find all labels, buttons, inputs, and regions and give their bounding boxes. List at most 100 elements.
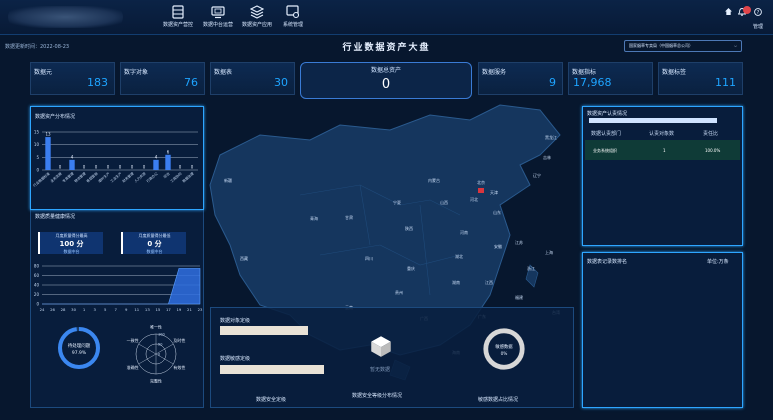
top-bar: 数据资产营控 数据中台运营 数据资产应用 系统管理 ? 管理 <box>0 0 773 35</box>
radar-tick-label: 0 <box>158 353 160 357</box>
asset-distribution-title: 数据资产分布情况 <box>35 114 76 120</box>
y-tick-label: 40 <box>34 283 40 288</box>
x-tick-label: 专卖管理 <box>61 171 75 184</box>
map-label-jiangxi: 江西 <box>485 280 493 285</box>
data-label: 13 <box>45 132 51 137</box>
y-tick-label: 20 <box>34 292 40 297</box>
ownership-cell-count: 1 <box>663 148 666 153</box>
x-tick-label: 行政办公 <box>145 171 159 184</box>
x-tick-label: 3 <box>93 307 96 312</box>
pending-issues-donut: 待处理问题 97.9% <box>58 327 100 369</box>
x-tick-label: 工商协同 <box>169 171 183 184</box>
map-label-shandong: 山东 <box>493 210 501 215</box>
security-bar-sensitive <box>220 365 324 374</box>
sensitive-ratio-label: 敏感数据占比情况 <box>478 397 519 403</box>
beijing-marker <box>478 188 484 193</box>
map-label-ningxia: 宁夏 <box>393 200 401 205</box>
map-label-liaoning: 辽宁 <box>533 173 541 178</box>
radar-axis-label: 唯一性 <box>150 324 162 330</box>
area-series <box>42 268 201 305</box>
nav-item-label: 系统管理 <box>282 22 303 28</box>
security-bar-object <box>220 326 308 335</box>
map-label-heilongjiang: 黑龙江 <box>545 135 557 140</box>
donut-value: 97.9% <box>72 350 87 356</box>
map-label-jilin: 吉林 <box>543 155 551 160</box>
metric-card-digital-object[interactable]: 数字对象 76 <box>120 62 205 95</box>
data-label: 0 <box>131 165 134 170</box>
radar-tick-label: 100 <box>158 333 165 337</box>
nav-item-system-management[interactable]: 系统管理 <box>268 5 318 28</box>
map-label-gansu: 甘肃 <box>345 215 353 220</box>
x-tick-label: 21 <box>187 307 192 312</box>
settings-window-icon <box>286 5 300 19</box>
org-select[interactable]: 国家烟草专卖局（中国烟草总公司） ⌵ <box>624 40 742 52</box>
data-label: 4 <box>71 154 74 159</box>
metric-card-data-indicator[interactable]: 数据指标 17,968 <box>568 62 653 95</box>
x-tick-label: 数据治理 <box>181 171 195 184</box>
ownership-cell-ratio: 100.0% <box>705 148 721 153</box>
metric-card-data-service[interactable]: 数据服务 9 <box>478 62 563 95</box>
help-icon[interactable]: ? <box>754 8 762 16</box>
x-tick-label: 财务管理 <box>121 171 135 184</box>
ownership-col-count: 认责对象数 <box>649 131 675 137</box>
data-label: 6 <box>167 149 170 154</box>
map-label-henan: 河南 <box>460 230 468 235</box>
sensitive-donut-value: 0% <box>501 351 508 357</box>
metric-value: 183 <box>87 76 108 89</box>
home-icon[interactable] <box>725 8 732 15</box>
kpi-value: 0 分 <box>147 240 162 248</box>
x-tick-label: 24 <box>40 307 45 312</box>
x-tick-label: 19 <box>177 307 182 312</box>
metric-value: 30 <box>274 76 288 89</box>
kpi-sub: 数据中台 <box>63 249 80 254</box>
data-label: 0 <box>107 165 110 170</box>
bar <box>69 159 75 170</box>
y-tick-label: 15 <box>34 130 40 135</box>
map-label-neimenggu: 内蒙古 <box>428 178 440 183</box>
metric-label: 数据标签 <box>662 69 687 76</box>
total-assets-card[interactable]: 数据总资产 0 <box>300 62 472 99</box>
x-tick-label: 卷烟营销 <box>85 171 99 184</box>
map-label-hebei: 河北 <box>470 197 478 202</box>
y-tick-label: 80 <box>34 264 40 269</box>
map-label-shaanxi: 陕西 <box>405 226 413 231</box>
ranking-unit: 单位:万条 <box>707 259 729 265</box>
metric-value: 17,968 <box>573 76 612 89</box>
map-label-shanxi: 山西 <box>440 200 448 205</box>
table-row[interactable]: 业务系统组织 1 100.0% <box>585 140 740 160</box>
map-label-chongqing: 重庆 <box>407 266 415 271</box>
radar-tick-label: 50 <box>158 343 162 347</box>
total-assets-value: 0 <box>381 77 391 92</box>
user-menu[interactable]: 管理 <box>753 23 763 30</box>
metric-label: 数据指标 <box>572 69 597 76</box>
metric-card-data-tag[interactable]: 数据标签 111 <box>658 62 743 95</box>
layers-icon <box>250 5 264 19</box>
ownership-scroll-bar[interactable] <box>589 118 717 123</box>
security-bar-label-sensitive: 数据敏感定级 <box>220 356 251 362</box>
x-tick-label: 7 <box>115 307 118 312</box>
database-icon <box>172 5 184 19</box>
data-label: 4 <box>155 154 158 159</box>
x-tick-label: 综合 <box>162 171 171 180</box>
metric-card-data-table[interactable]: 数据表 30 <box>210 62 295 95</box>
data-label: 0 <box>119 165 122 170</box>
metric-label: 数据表 <box>214 69 233 76</box>
map-label-fujian: 福建 <box>515 295 523 300</box>
x-tick-label: 工业生产 <box>109 171 123 184</box>
x-tick-label: 13 <box>145 307 150 312</box>
logo <box>8 6 123 28</box>
ownership-col-dept: 数据认责部门 <box>591 131 622 137</box>
x-tick-label: 11 <box>134 307 139 312</box>
kpi-value: 100 分 <box>59 240 84 248</box>
radar-axis-label: 一致性 <box>127 337 139 343</box>
x-tick-label: 26 <box>50 307 55 312</box>
map-label-sichuan: 四川 <box>365 256 373 261</box>
sensitive-data-donut: 敏感数据 0% <box>483 328 525 370</box>
top-right-tools: ? 管理 <box>723 4 763 30</box>
data-label: 0 <box>143 165 146 170</box>
metric-card-data-element[interactable]: 数据元 183 <box>30 62 115 95</box>
metric-value: 9 <box>549 76 556 89</box>
data-label: 0 <box>179 165 182 170</box>
map-label-xinjiang: 新疆 <box>224 178 232 183</box>
ranking-title: 数据表记录数排名 <box>587 259 628 265</box>
